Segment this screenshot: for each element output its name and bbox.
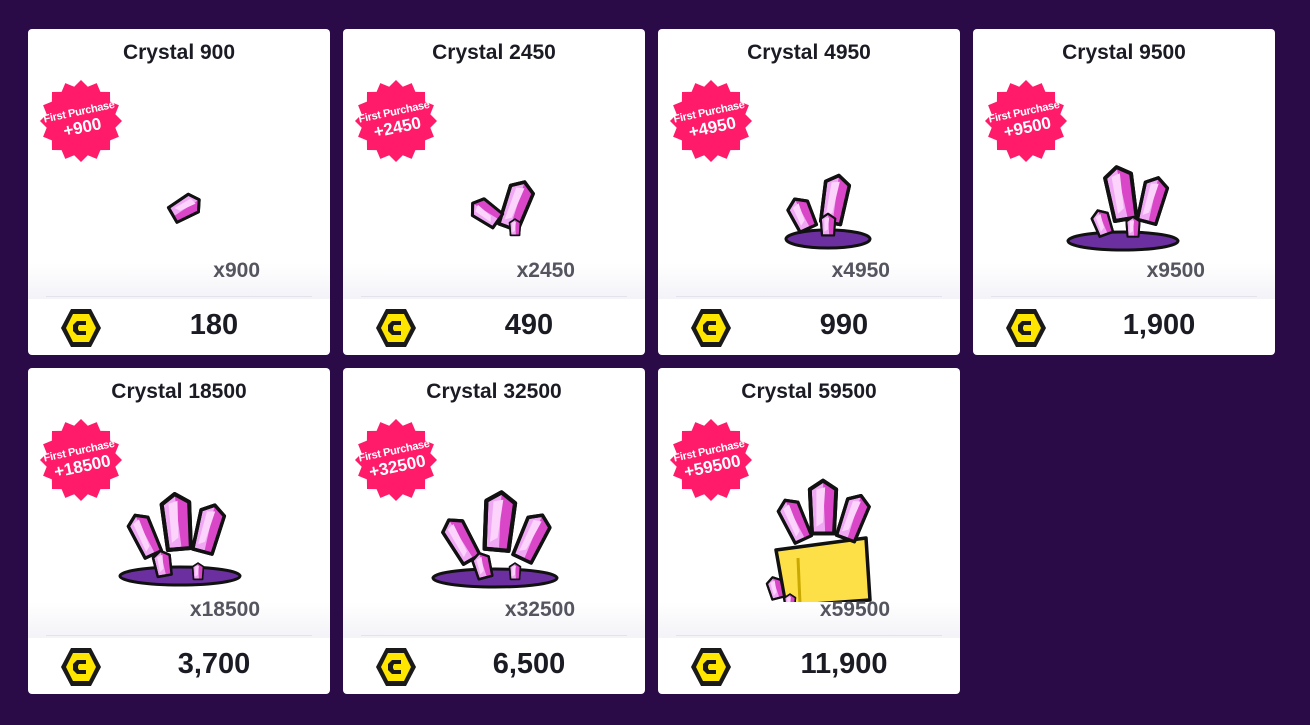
- crystal-art: [118, 492, 242, 587]
- divider: [46, 635, 312, 636]
- crystal-gem-icon: [776, 498, 814, 545]
- divider: [361, 296, 627, 297]
- coin-c-icon: [691, 648, 731, 686]
- price-value: 490: [504, 309, 554, 341]
- crystal-amount: x900: [213, 259, 260, 282]
- amount-shade: [973, 263, 1275, 299]
- coin-c-icon: [376, 648, 416, 686]
- crystal-gem-icon: [159, 492, 193, 553]
- crystal-amount: x18500: [189, 598, 260, 621]
- first-purchase-badge: First Purchase +900: [39, 79, 123, 163]
- crystal-gem-icon: [190, 503, 227, 556]
- first-purchase-badge: First Purchase +59500: [669, 418, 753, 502]
- crystal-pack-card-2[interactable]: Crystal 4950 First Purchase +4950 x4950 …: [658, 29, 960, 355]
- price-value: 1,900: [1122, 309, 1196, 341]
- crystal-gem-icon: [126, 513, 164, 560]
- crystal-art: [784, 173, 872, 250]
- crystal-amount: x32500: [504, 598, 575, 621]
- crystal-gem-icon: [191, 562, 205, 581]
- first-purchase-badge: First Purchase +18500: [39, 418, 123, 502]
- first-purchase-badge: First Purchase +4950: [669, 79, 753, 163]
- crystal-gem-icon: [1135, 176, 1170, 226]
- price-value: 11,900: [800, 648, 888, 680]
- divider: [46, 296, 312, 297]
- crystal-gem-icon: [1125, 215, 1141, 238]
- price-value: 180: [189, 309, 239, 341]
- coin-c-icon: [61, 648, 101, 686]
- crystal-art: [166, 192, 201, 224]
- divider: [676, 296, 942, 297]
- crystal-pack-card-3[interactable]: Crystal 9500 First Purchase +9500 x9500 …: [973, 29, 1275, 355]
- crystal-amount: x2450: [516, 259, 575, 282]
- crystal-gem-icon: [508, 562, 522, 581]
- amount-shade: [28, 602, 330, 638]
- amount-shade: [28, 263, 330, 299]
- divider: [676, 635, 942, 636]
- first-purchase-badge: First Purchase +2450: [354, 79, 438, 163]
- crystal-gem-icon: [508, 218, 522, 237]
- divider: [991, 296, 1257, 297]
- crystal-gem-icon: [807, 478, 839, 536]
- crystal-pack-card-0[interactable]: Crystal 900 First Purchase +900 x900 180: [28, 29, 330, 355]
- crystal-amount: x59500: [819, 598, 890, 621]
- crystal-shop-grid: Crystal 900 First Purchase +900 x900 180…: [28, 29, 1275, 694]
- crystal-art: [470, 180, 535, 237]
- crystal-art: [765, 478, 872, 612]
- coin-c-icon: [376, 309, 416, 347]
- crystal-pack-card-5[interactable]: Crystal 32500 First Purchase +32500 x325…: [343, 368, 645, 694]
- crystal-gem-icon: [786, 197, 819, 234]
- crystal-pack-card-6[interactable]: Crystal 59500 First Purchase +59500 x595…: [658, 368, 960, 694]
- divider: [361, 635, 627, 636]
- crystal-art: [1066, 165, 1180, 252]
- crystal-gem-icon: [482, 490, 518, 553]
- price-value: 6,500: [492, 648, 566, 680]
- first-purchase-badge: First Purchase +32500: [354, 418, 438, 502]
- crystal-gem-icon: [819, 212, 837, 237]
- crystal-gem-icon: [834, 493, 871, 544]
- amount-shade: [343, 263, 645, 299]
- amount-shade: [658, 602, 960, 638]
- crystal-amount: x9500: [1146, 259, 1205, 282]
- coin-c-icon: [1006, 309, 1046, 347]
- crystal-amount: x4950: [831, 259, 890, 282]
- amount-shade: [658, 263, 960, 299]
- crystal-pack-card-1[interactable]: Crystal 2450 First Purchase +2450 x2450 …: [343, 29, 645, 355]
- crystal-pack-card-4[interactable]: Crystal 18500 First Purchase +18500 x185…: [28, 368, 330, 694]
- coin-c-icon: [691, 309, 731, 347]
- price-value: 990: [819, 309, 869, 341]
- price-value: 3,700: [177, 648, 251, 680]
- crystal-gem-icon: [511, 513, 552, 565]
- amount-shade: [343, 602, 645, 638]
- first-purchase-badge: First Purchase +9500: [984, 79, 1068, 163]
- coin-c-icon: [61, 309, 101, 347]
- crystal-gem-icon: [166, 192, 201, 224]
- crystal-art: [431, 490, 559, 589]
